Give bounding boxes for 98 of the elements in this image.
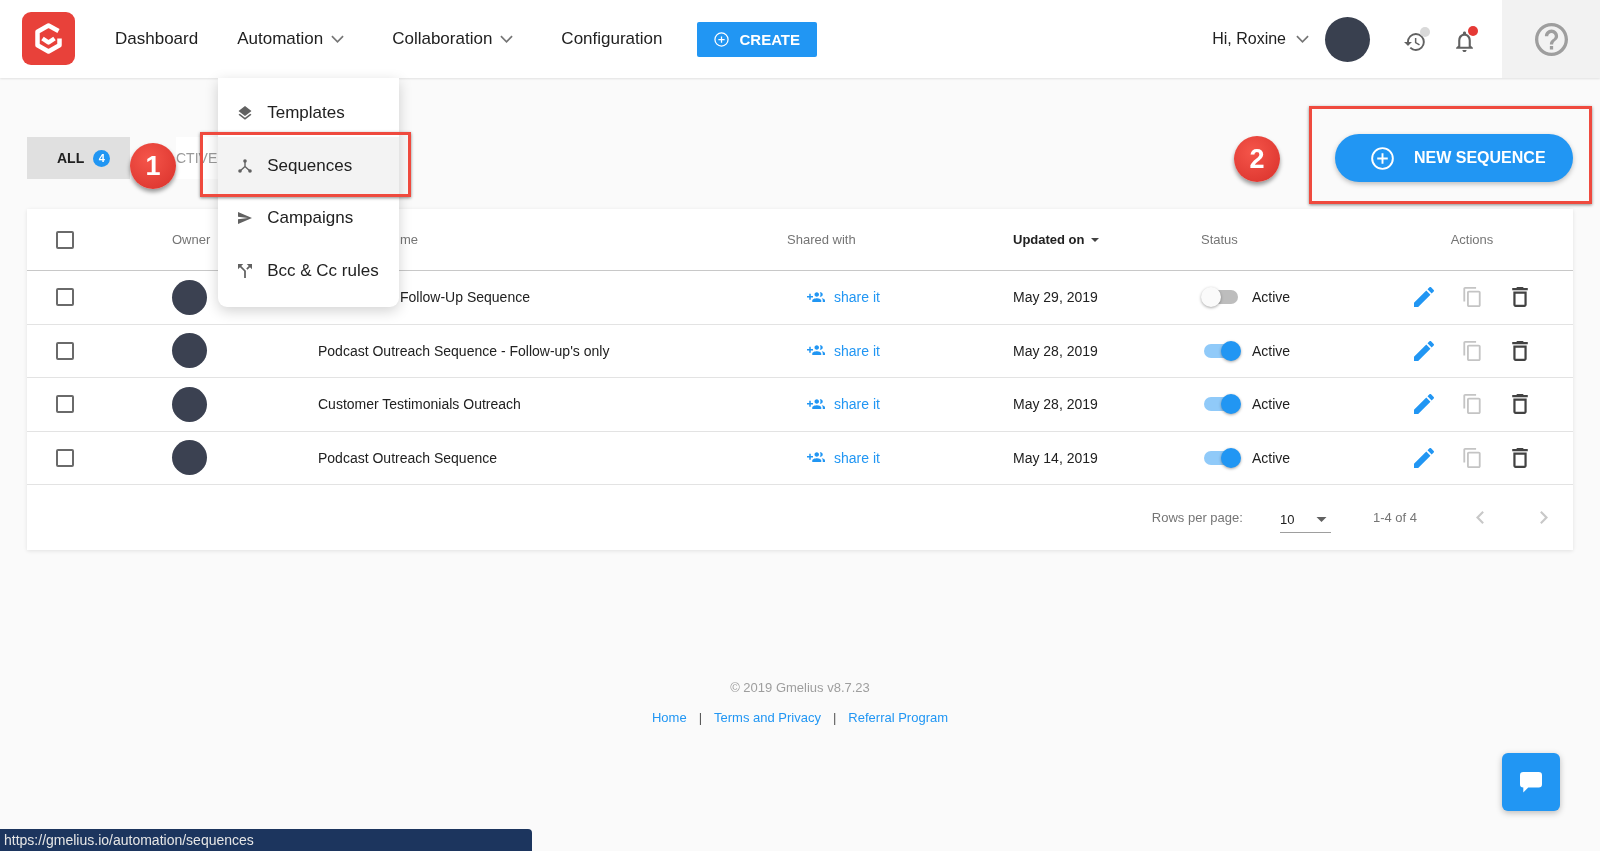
page-range: 1-4 of 4: [1372, 510, 1417, 525]
chevron-down-icon: [331, 35, 345, 43]
trash-icon: [1510, 340, 1530, 361]
chat-button[interactable]: [1502, 753, 1560, 811]
column-header: Owner: [172, 232, 211, 247]
caret-down-icon: [1315, 516, 1327, 522]
nav-link[interactable]: Configuration: [561, 25, 663, 53]
logo-icon[interactable]: [22, 12, 75, 65]
column-header: me: [400, 232, 419, 247]
updated-date: May 28, 2019: [1013, 342, 1098, 359]
sequence-name: Podcast Outreach Sequence - Follow-up's only: [318, 342, 610, 359]
link-separator: |: [698, 710, 703, 725]
edit-button[interactable]: [1414, 394, 1434, 415]
chevron-right-icon: [1540, 511, 1548, 524]
copy-icon: [1462, 447, 1482, 468]
pencil-icon: [1414, 394, 1434, 415]
column-header: Actions: [1450, 232, 1494, 247]
link-separator: |: [832, 710, 837, 725]
status-label: Active: [1252, 396, 1291, 413]
add-people-icon: [807, 398, 825, 410]
filter-tab[interactable]: ALL 4: [27, 137, 130, 179]
notifications-button[interactable]: [1456, 26, 1478, 52]
trash-icon: [1510, 287, 1530, 308]
user-menu-button[interactable]: Hi, Roxine: [1212, 30, 1309, 48]
history-icon: [1404, 31, 1425, 52]
pencil-icon: [1414, 340, 1434, 361]
nav-link[interactable]: Dashboard: [115, 25, 199, 53]
menu-item[interactable]: Campaigns: [218, 199, 400, 237]
pencil-icon: [1414, 287, 1434, 308]
plus-circle-icon: [714, 31, 730, 47]
step-marker: 2: [1234, 136, 1280, 182]
updated-date: May 14, 2019: [1013, 449, 1098, 466]
duplicate-button[interactable]: [1462, 340, 1482, 361]
duplicate-button[interactable]: [1462, 447, 1482, 468]
sequence-name: Customer Testimonials Outreach: [318, 396, 521, 413]
add-people-icon: [807, 291, 825, 303]
duplicate-button[interactable]: [1462, 287, 1482, 308]
sequence-name: Podcast Outreach Sequence: [318, 449, 497, 466]
edit-button[interactable]: [1414, 287, 1434, 308]
edit-button[interactable]: [1414, 340, 1434, 361]
menu-item[interactable]: Templates: [218, 94, 400, 132]
avatar: [172, 279, 207, 315]
chevron-down-icon: [500, 35, 514, 43]
delete-button[interactable]: [1510, 394, 1530, 415]
chevron-left-icon: [1476, 511, 1484, 524]
avatar: [172, 386, 207, 422]
row-checkbox[interactable]: [56, 395, 74, 414]
sort-header[interactable]: Updated on: [1013, 232, 1099, 247]
help-icon: [1534, 22, 1568, 56]
rows-per-page-select[interactable]: 10: [1279, 502, 1331, 533]
nav-menu-button[interactable]: Collaboration: [392, 25, 523, 53]
pencil-icon: [1414, 447, 1434, 468]
row-checkbox[interactable]: [56, 341, 74, 360]
status-label: Active: [1252, 289, 1291, 306]
status-label: Active: [1252, 449, 1291, 466]
plus-circle-icon: [1371, 146, 1394, 170]
copy-icon: [1462, 394, 1482, 415]
row-checkbox[interactable]: [56, 448, 74, 467]
trash-icon: [1510, 394, 1530, 415]
history-button[interactable]: [1404, 26, 1430, 52]
nodes-icon: [238, 158, 253, 173]
bell-icon: [1456, 31, 1473, 52]
speech-bubble-icon: [1520, 771, 1542, 793]
avatar: [172, 333, 207, 369]
duplicate-button[interactable]: [1462, 394, 1482, 415]
avatar: [172, 440, 207, 476]
chevron-down-icon: [1296, 35, 1309, 43]
split-arrows-icon: [238, 264, 253, 278]
paper-plane-icon: [238, 211, 253, 225]
help-button[interactable]: [1502, 0, 1600, 78]
delete-button[interactable]: [1510, 340, 1530, 361]
add-people-icon: [807, 452, 825, 464]
add-people-icon: [807, 345, 825, 357]
delete-button[interactable]: [1510, 447, 1530, 468]
layers-icon: [238, 106, 253, 120]
sort-caret-icon: [1090, 237, 1099, 242]
nav-menu-button[interactable]: Automation: [237, 25, 354, 53]
avatar[interactable]: [1325, 16, 1370, 62]
count-badge: 4: [93, 149, 111, 167]
column-header: Status: [1201, 232, 1238, 247]
copy-icon: [1462, 287, 1482, 308]
edit-button[interactable]: [1414, 447, 1434, 468]
copyright-text: © 2019 Gmelius v8.7.23: [730, 680, 870, 695]
menu-item[interactable]: Bcc & Cc rules: [218, 252, 400, 290]
copy-icon: [1462, 340, 1482, 361]
link-url: https://gmelius.io/automation/sequences: [4, 832, 254, 848]
status-label: Active: [1252, 342, 1291, 359]
updated-date: May 28, 2019: [1013, 396, 1098, 413]
menu-item[interactable]: Sequences: [218, 137, 400, 194]
delete-button[interactable]: [1510, 287, 1530, 308]
updated-date: May 29, 2019: [1013, 289, 1098, 306]
select-all-checkbox[interactable]: [56, 230, 74, 249]
trash-icon: [1510, 447, 1530, 468]
column-header: Shared with: [787, 232, 856, 247]
step-marker: 1: [130, 143, 176, 189]
row-checkbox[interactable]: [56, 288, 74, 307]
sequence-name: Follow-Up Sequence: [400, 289, 530, 306]
rows-per-page-label: Rows per page:: [1151, 510, 1243, 525]
